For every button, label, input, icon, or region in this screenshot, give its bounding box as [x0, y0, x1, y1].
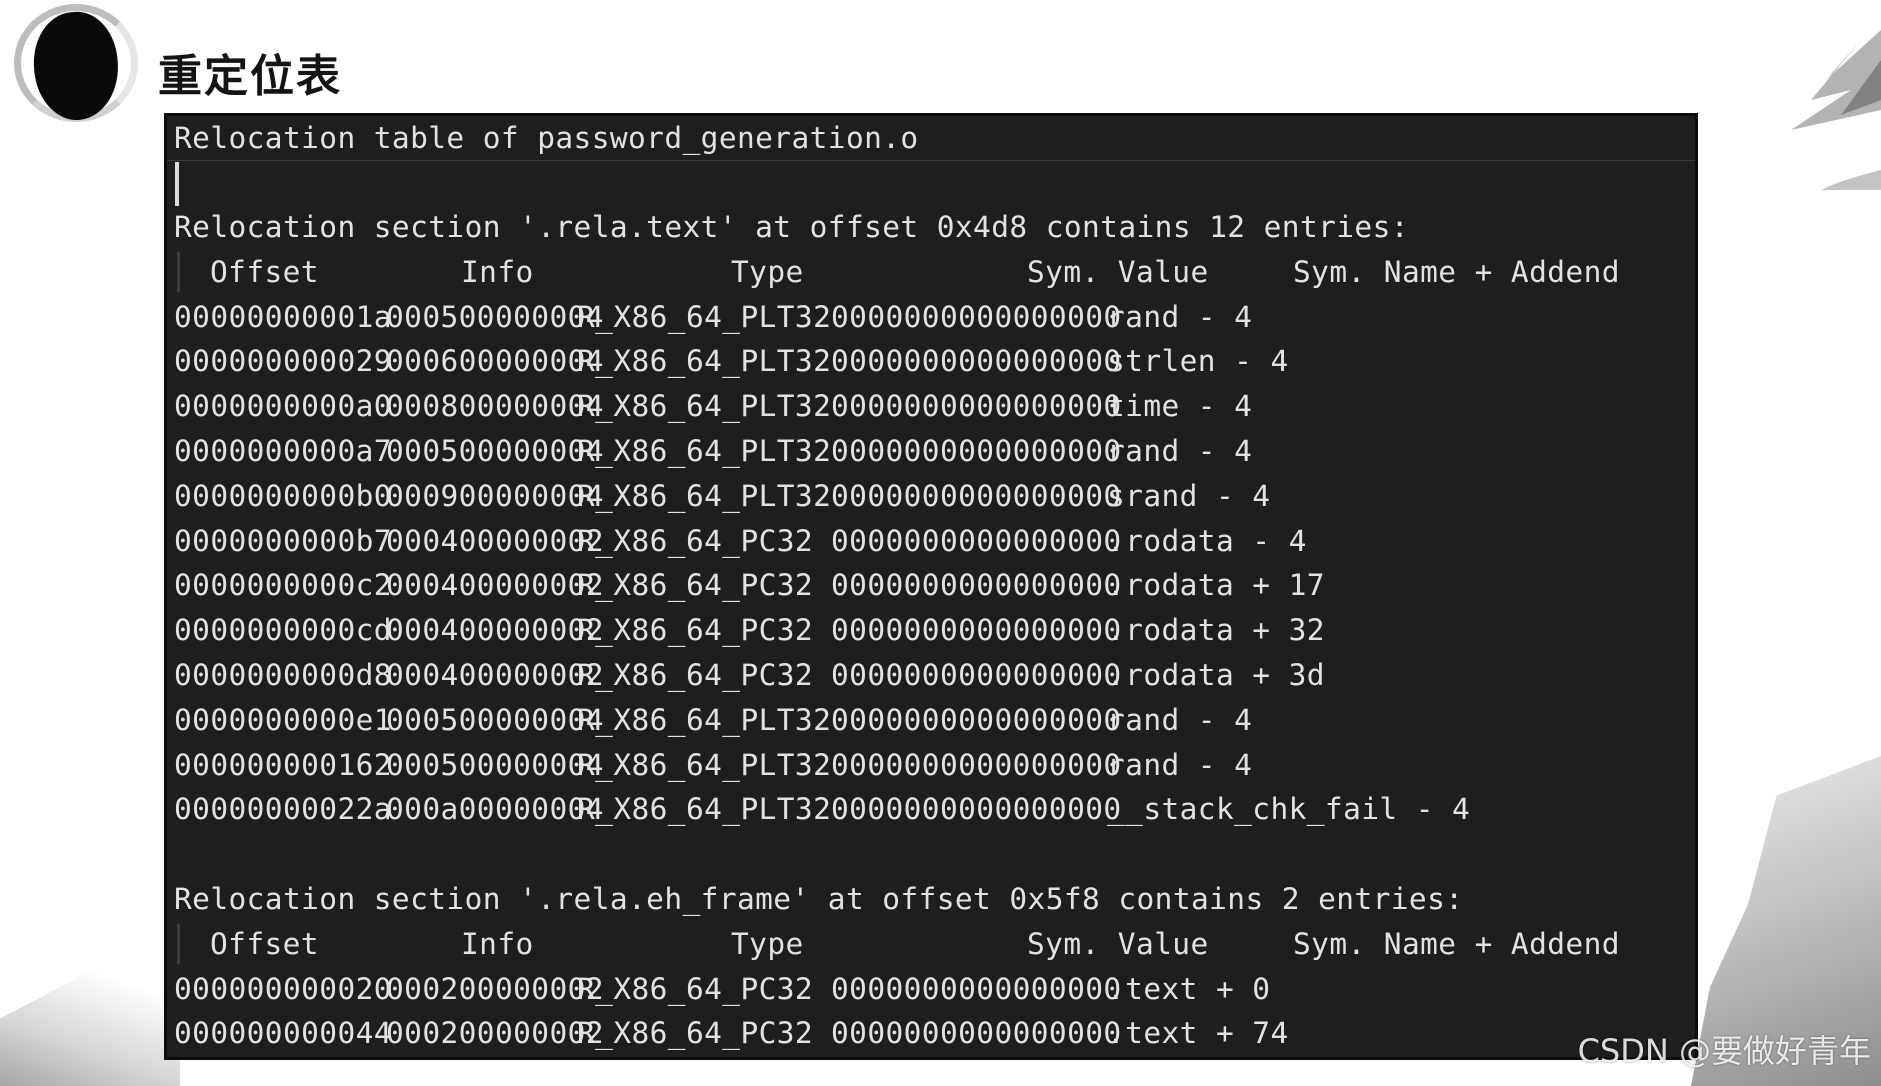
column-header: Offset	[210, 926, 319, 961]
table-cell: time - 4	[1107, 389, 1253, 424]
table-cell: 000400000002	[386, 613, 604, 648]
column-header: Offset	[210, 254, 319, 289]
table-cell: 000200000002	[386, 971, 604, 1006]
table-cell: 000400000002	[386, 568, 604, 603]
table-cell: 0000000000000000	[831, 702, 1122, 737]
table-cell: .rodata + 17	[1107, 568, 1325, 603]
table-cell: 000500000004	[386, 747, 604, 782]
table-cell: 000200000002	[386, 1016, 604, 1051]
column-header-marker	[177, 923, 180, 964]
table-cell: R_X86_64_PC32	[577, 971, 814, 1006]
table-cell: 000000000029	[174, 344, 392, 379]
table-cell: 000000000044	[174, 1016, 392, 1051]
table-cell: R_X86_64_PLT32	[577, 792, 832, 827]
table-cell: 0000000000e1	[174, 702, 392, 737]
table-cell: 000900000004	[386, 478, 604, 513]
table-cell: 000500000004	[386, 299, 604, 334]
table-cell: 0000000000000000	[831, 434, 1122, 468]
ink-brush-decoration	[1791, 30, 1881, 190]
table-cell: 0000000000000000	[831, 478, 1122, 513]
table-cell: rand - 4	[1107, 747, 1253, 782]
slide-title: 重定位表	[158, 51, 342, 102]
table-cell: __stack_chk_fail - 4	[1107, 792, 1471, 827]
column-header: Type	[731, 254, 804, 289]
table-cell: 0000000000000000	[831, 658, 1122, 692]
table-cell: 0000000000000000	[831, 971, 1122, 1006]
table-cell: R_X86_64_PLT32	[577, 702, 832, 737]
watermark: CSDN @要做好青年	[1577, 1032, 1871, 1070]
table-cell: 0000000000000000	[831, 299, 1122, 334]
section-header: Relocation section '.rela.eh_frame' at o…	[174, 882, 1464, 916]
column-header: Sym. Value	[1027, 926, 1209, 961]
table-cell: 000000000162	[174, 747, 392, 782]
table-cell: 0000000000c2	[174, 568, 392, 603]
column-header: Type	[731, 926, 804, 961]
table-cell: 0000000000000000	[831, 613, 1122, 648]
table-cell: 0000000000000000	[831, 523, 1122, 558]
table-cell: 0000000000000000	[831, 792, 1122, 827]
table-cell: 000a00000004	[386, 792, 604, 827]
column-header: Sym. Name + Addend	[1293, 926, 1620, 961]
table-cell: 0000000000a7	[174, 434, 392, 468]
table-cell: 00000000022a	[174, 792, 392, 827]
table-cell: 000500000004	[386, 702, 604, 737]
table-cell: srand - 4	[1107, 478, 1271, 513]
table-cell: .text + 74	[1107, 1016, 1289, 1051]
table-cell: 0000000000cd	[174, 613, 392, 648]
table-cell: 0000000000000000	[831, 389, 1122, 424]
table-cell: R_X86_64_PLT32	[577, 299, 832, 334]
table-cell: 0000000000000000	[831, 568, 1122, 603]
terminal-heading: Relocation table of password_generation.…	[174, 121, 919, 155]
table-cell: 0000000000000000	[831, 1016, 1122, 1051]
section-header: Relocation section '.rela.text' at offse…	[174, 210, 1409, 244]
table-cell: 000000000020	[174, 971, 392, 1006]
column-header: Info	[461, 254, 534, 289]
table-cell: 0000000000b7	[174, 523, 392, 558]
column-header: Info	[461, 926, 534, 961]
table-cell: 0000000000000000	[831, 344, 1122, 379]
table-cell: 00000000001a	[174, 299, 392, 334]
table-cell: 0000000000a0	[174, 389, 392, 424]
table-cell: 000400000002	[386, 523, 604, 558]
table-cell: strlen - 4	[1107, 344, 1289, 379]
table-cell: .text + 0	[1107, 971, 1271, 1006]
table-cell: R_X86_64_PC32	[577, 613, 814, 648]
table-cell: R_X86_64_PC32	[577, 523, 814, 558]
table-cell: R_X86_64_PLT32	[577, 747, 832, 782]
ink-wash-decoration-left	[0, 936, 180, 1086]
table-cell: rand - 4	[1107, 702, 1253, 737]
table-cell: R_X86_64_PLT32	[577, 478, 832, 513]
table-cell: 000800000004	[386, 389, 604, 424]
table-cell: .rodata - 4	[1107, 523, 1307, 558]
terminal-divider	[167, 160, 1695, 161]
terminal-window[interactable]: Relocation table of password_generation.…	[164, 113, 1698, 1060]
table-cell: R_X86_64_PC32	[577, 1016, 814, 1051]
table-cell: R_X86_64_PC32	[577, 568, 814, 603]
text-cursor[interactable]	[175, 162, 179, 206]
table-cell: rand - 4	[1107, 299, 1253, 334]
column-header: Sym. Value	[1027, 254, 1209, 289]
table-cell: R_X86_64_PLT32	[577, 434, 832, 468]
column-header-marker	[177, 251, 180, 292]
table-cell: R_X86_64_PC32	[577, 658, 814, 692]
table-cell: 0000000000d8	[174, 658, 392, 692]
table-cell: 000600000004	[386, 344, 604, 379]
table-cell: R_X86_64_PLT32	[577, 389, 832, 424]
table-cell: 000400000002	[386, 658, 604, 692]
table-cell: R_X86_64_PLT32	[577, 344, 832, 379]
table-cell: 0000000000000000	[831, 747, 1122, 782]
table-cell: .rodata + 3d	[1107, 658, 1325, 692]
table-cell: rand - 4	[1107, 434, 1253, 468]
table-cell: 0000000000b0	[174, 478, 392, 513]
column-header: Sym. Name + Addend	[1293, 254, 1620, 289]
table-cell: 000500000004	[386, 434, 604, 468]
table-cell: .rodata + 32	[1107, 613, 1325, 648]
